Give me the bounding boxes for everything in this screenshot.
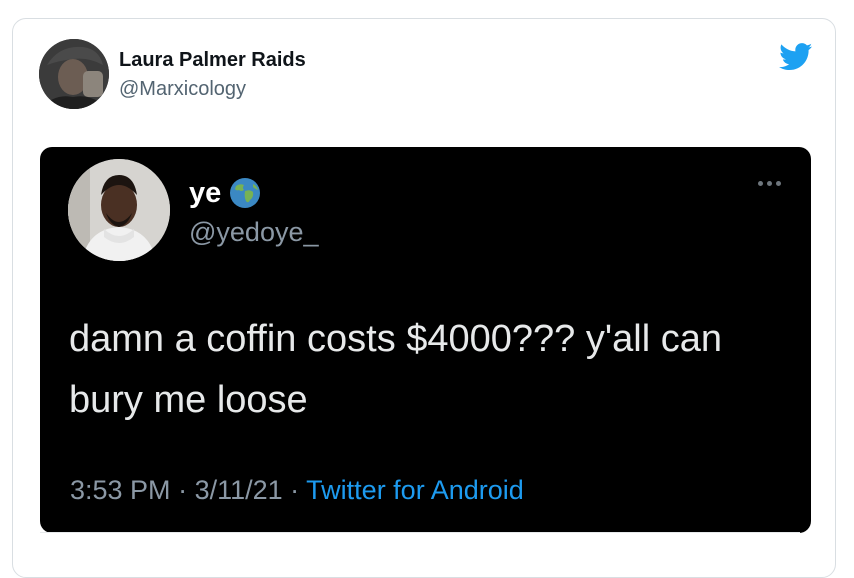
meta-separator: ·	[282, 475, 307, 505]
globe-emoji-icon	[230, 178, 261, 208]
twitter-bird-icon[interactable]	[779, 43, 813, 71]
quoted-author-handle: @yedoye_	[189, 217, 319, 247]
divider	[40, 532, 800, 533]
quoted-source-link: Twitter for Android	[306, 475, 524, 505]
author-handle[interactable]: @Marxicology	[119, 78, 246, 101]
quoted-tweet-text: damn a coffin costs $4000??? y'all can b…	[69, 318, 722, 421]
more-dots-icon	[758, 181, 781, 186]
meta-separator: ·	[170, 475, 195, 505]
author-name[interactable]: Laura Palmer Raids	[119, 49, 306, 72]
author-avatar[interactable]	[39, 39, 109, 109]
quoted-avatar	[68, 159, 170, 261]
quoted-time: 3:53 PM	[70, 475, 171, 505]
quoted-author-name: ye	[189, 177, 222, 209]
tweet-card: Laura Palmer Raids @Marxicology ye @yedo…	[12, 18, 836, 578]
quoted-tweet-screenshot: ye @yedoye_ damn a coffin costs $4000???…	[40, 147, 811, 533]
quoted-tweet-meta: 3:53 PM · 3/11/21 · Twitter for Android	[70, 475, 524, 506]
quoted-date: 3/11/21	[194, 475, 283, 505]
